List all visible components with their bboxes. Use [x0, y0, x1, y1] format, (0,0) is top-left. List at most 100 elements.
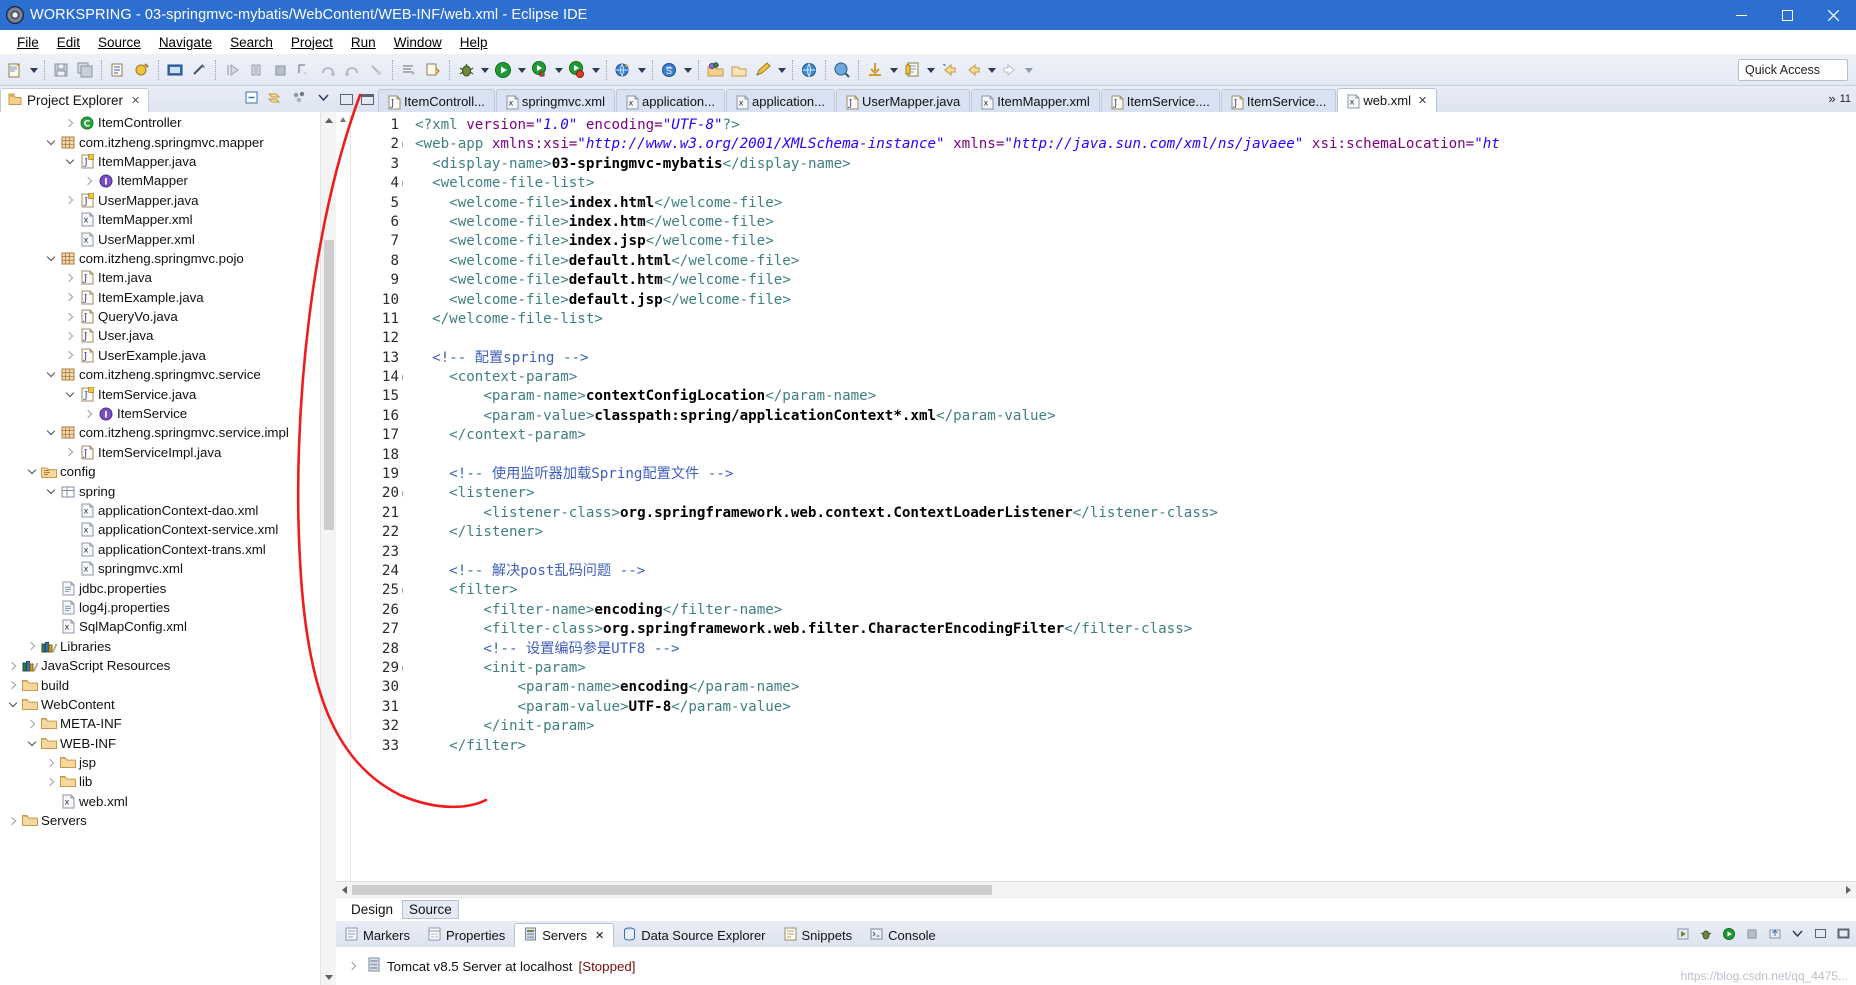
tree-item-user-java[interactable]: J User.java [0, 326, 336, 345]
chevron-right-icon[interactable] [42, 779, 59, 785]
new-wizard-icon[interactable] [4, 59, 26, 81]
tree-item-log4j-properties[interactable]: log4j.properties [0, 598, 336, 617]
run-as-server-icon[interactable] [529, 59, 551, 81]
scroll-thumb[interactable] [352, 884, 992, 895]
tree-item-userexample-java[interactable]: J UserExample.java [0, 346, 336, 365]
editor-tab-itemcontroll-[interactable]: J ItemControll... [378, 89, 495, 112]
close-icon[interactable]: ✕ [595, 929, 604, 942]
pencil-icon[interactable] [752, 59, 774, 81]
tree-item-applicationcontext-trans-xml[interactable]: x applicationContext-trans.xml [0, 540, 336, 559]
bottom-tab-console[interactable]: Console [861, 924, 945, 947]
chevron-down-icon[interactable] [61, 160, 78, 163]
project-tree[interactable]: C ItemController com.itzheng.springmvc.map… [0, 112, 336, 985]
tree-item-javascript-resources[interactable]: JavaScript Resources [0, 656, 336, 675]
search-icon[interactable]: S [658, 59, 680, 81]
tree-item-itemcontroller[interactable]: C ItemController [0, 113, 336, 132]
tree-item-itemmapper[interactable]: I ItemMapper [0, 171, 336, 190]
editor-tab-application-[interactable]: x application... [616, 89, 725, 112]
project-tree-scrollbar[interactable] [320, 112, 336, 985]
tree-item-libraries[interactable]: Libraries [0, 637, 336, 656]
bottom-tab-servers[interactable]: Servers ✕ [514, 923, 615, 947]
chevron-down-icon[interactable] [23, 470, 40, 473]
chevron-right-icon[interactable] [80, 178, 97, 184]
tree-item-queryvo-java[interactable]: J QueryVo.java [0, 307, 336, 326]
editor-tab-springmvc-xml[interactable]: x springmvc.xml [495, 89, 615, 112]
server-twisty-icon[interactable] [344, 963, 361, 969]
tree-item-itemservice[interactable]: I ItemService [0, 404, 336, 423]
maximize-icon[interactable] [1764, 0, 1810, 30]
run-icon[interactable] [492, 59, 514, 81]
servers-view-content[interactable]: Tomcat v8.5 Server at localhost [Stopped… [336, 947, 1856, 985]
tree-item-servers[interactable]: Servers [0, 811, 336, 830]
chevron-right-icon[interactable] [4, 818, 21, 824]
editor-tab-itemservice-[interactable]: J ItemService... [1220, 89, 1337, 112]
chevron-down-icon[interactable] [42, 373, 59, 376]
pencil-dropdown-icon[interactable] [775, 59, 788, 81]
tree-item-lib[interactable]: lib [0, 772, 336, 791]
chevron-right-icon[interactable] [61, 294, 78, 300]
new-server-icon[interactable] [612, 59, 634, 81]
terminate-icon[interactable] [269, 59, 291, 81]
tree-item-itemexample-java[interactable]: J ItemExample.java [0, 288, 336, 307]
chevron-down-icon[interactable] [42, 141, 59, 144]
scroll-up-icon[interactable] [321, 112, 336, 128]
chevron-right-icon[interactable] [61, 120, 78, 126]
publish-icon[interactable] [1766, 925, 1783, 942]
bottom-tab-snippets[interactable]: Snippets [775, 924, 862, 947]
chevron-right-icon[interactable] [61, 197, 78, 203]
menu-run[interactable]: Run [342, 32, 385, 53]
skip-breakpoints-icon[interactable] [398, 59, 420, 81]
tree-item-sqlmapconfig-xml[interactable]: x SqlMapConfig.xml [0, 617, 336, 636]
bottom-tab-properties[interactable]: Properties [419, 924, 514, 947]
globe-icon[interactable] [798, 59, 820, 81]
stop-server-icon[interactable] [1743, 925, 1760, 942]
chevron-down-icon[interactable] [61, 393, 78, 396]
tree-item-com-itzheng-springmvc-mapper[interactable]: com.itzheng.springmvc.mapper [0, 132, 336, 151]
tree-item-webcontent[interactable]: WebContent [0, 695, 336, 714]
download-icon[interactable] [864, 59, 886, 81]
step-return-icon[interactable] [341, 59, 363, 81]
minimize-icon[interactable] [1718, 0, 1764, 30]
close-icon[interactable]: ✕ [1418, 94, 1427, 107]
tree-item-jsp[interactable]: jsp [0, 753, 336, 772]
tree-item-web-inf[interactable]: WEB-INF [0, 734, 336, 753]
previous-annotation-icon[interactable] [938, 59, 960, 81]
profile-icon[interactable] [831, 59, 853, 81]
editor-tab-application-[interactable]: x application... [726, 89, 835, 112]
chevron-right-icon[interactable] [61, 275, 78, 281]
tree-item-web-xml[interactable]: x web.xml [0, 792, 336, 811]
tree-item-usermapper-java[interactable]: J UserMapper.java [0, 191, 336, 210]
maximize-icon[interactable] [1835, 925, 1852, 942]
last-edit-dropdown-icon[interactable] [924, 59, 937, 81]
back-icon[interactable] [962, 59, 984, 81]
editor-tab-itemservice-[interactable]: J ItemService.... [1100, 89, 1220, 112]
new-server-dropdown-icon[interactable] [635, 59, 648, 81]
editor-tab-web-xml[interactable]: x web.xml ✕ [1337, 88, 1438, 112]
forward-dropdown-icon[interactable] [1022, 59, 1035, 81]
new-java-class-icon[interactable] [131, 59, 153, 81]
step-into-icon[interactable] [293, 59, 315, 81]
run-as-server-dropdown-icon[interactable] [552, 59, 565, 81]
view-menu-icon[interactable] [1789, 925, 1806, 942]
chevron-down-icon[interactable] [42, 490, 59, 493]
menu-help[interactable]: Help [451, 32, 497, 53]
scroll-track[interactable] [352, 882, 1840, 898]
chevron-right-icon[interactable] [80, 411, 97, 417]
menu-window[interactable]: Window [385, 32, 451, 53]
stop-server-dropdown-icon[interactable] [589, 59, 602, 81]
chevron-right-icon[interactable] [4, 663, 21, 669]
chevron-right-icon[interactable] [42, 760, 59, 766]
debug-server-icon[interactable] [1697, 925, 1714, 942]
scroll-right-icon[interactable] [1840, 882, 1856, 898]
link-icon[interactable] [188, 59, 210, 81]
coverage-icon[interactable] [422, 59, 444, 81]
open-type-icon[interactable] [704, 59, 726, 81]
minimize-icon[interactable] [1812, 925, 1829, 942]
tree-item-meta-inf[interactable]: META-INF [0, 714, 336, 733]
bottom-tab-markers[interactable]: Markers [336, 924, 419, 947]
collapse-all-icon[interactable] [243, 89, 260, 106]
save-all-icon[interactable] [74, 59, 96, 81]
editor-horizontal-scrollbar[interactable] [336, 881, 1856, 897]
tree-item-build[interactable]: build [0, 675, 336, 694]
editor-code-area[interactable]: <?xml version="1.0" encoding="UTF-8"?> <w… [403, 112, 1856, 881]
